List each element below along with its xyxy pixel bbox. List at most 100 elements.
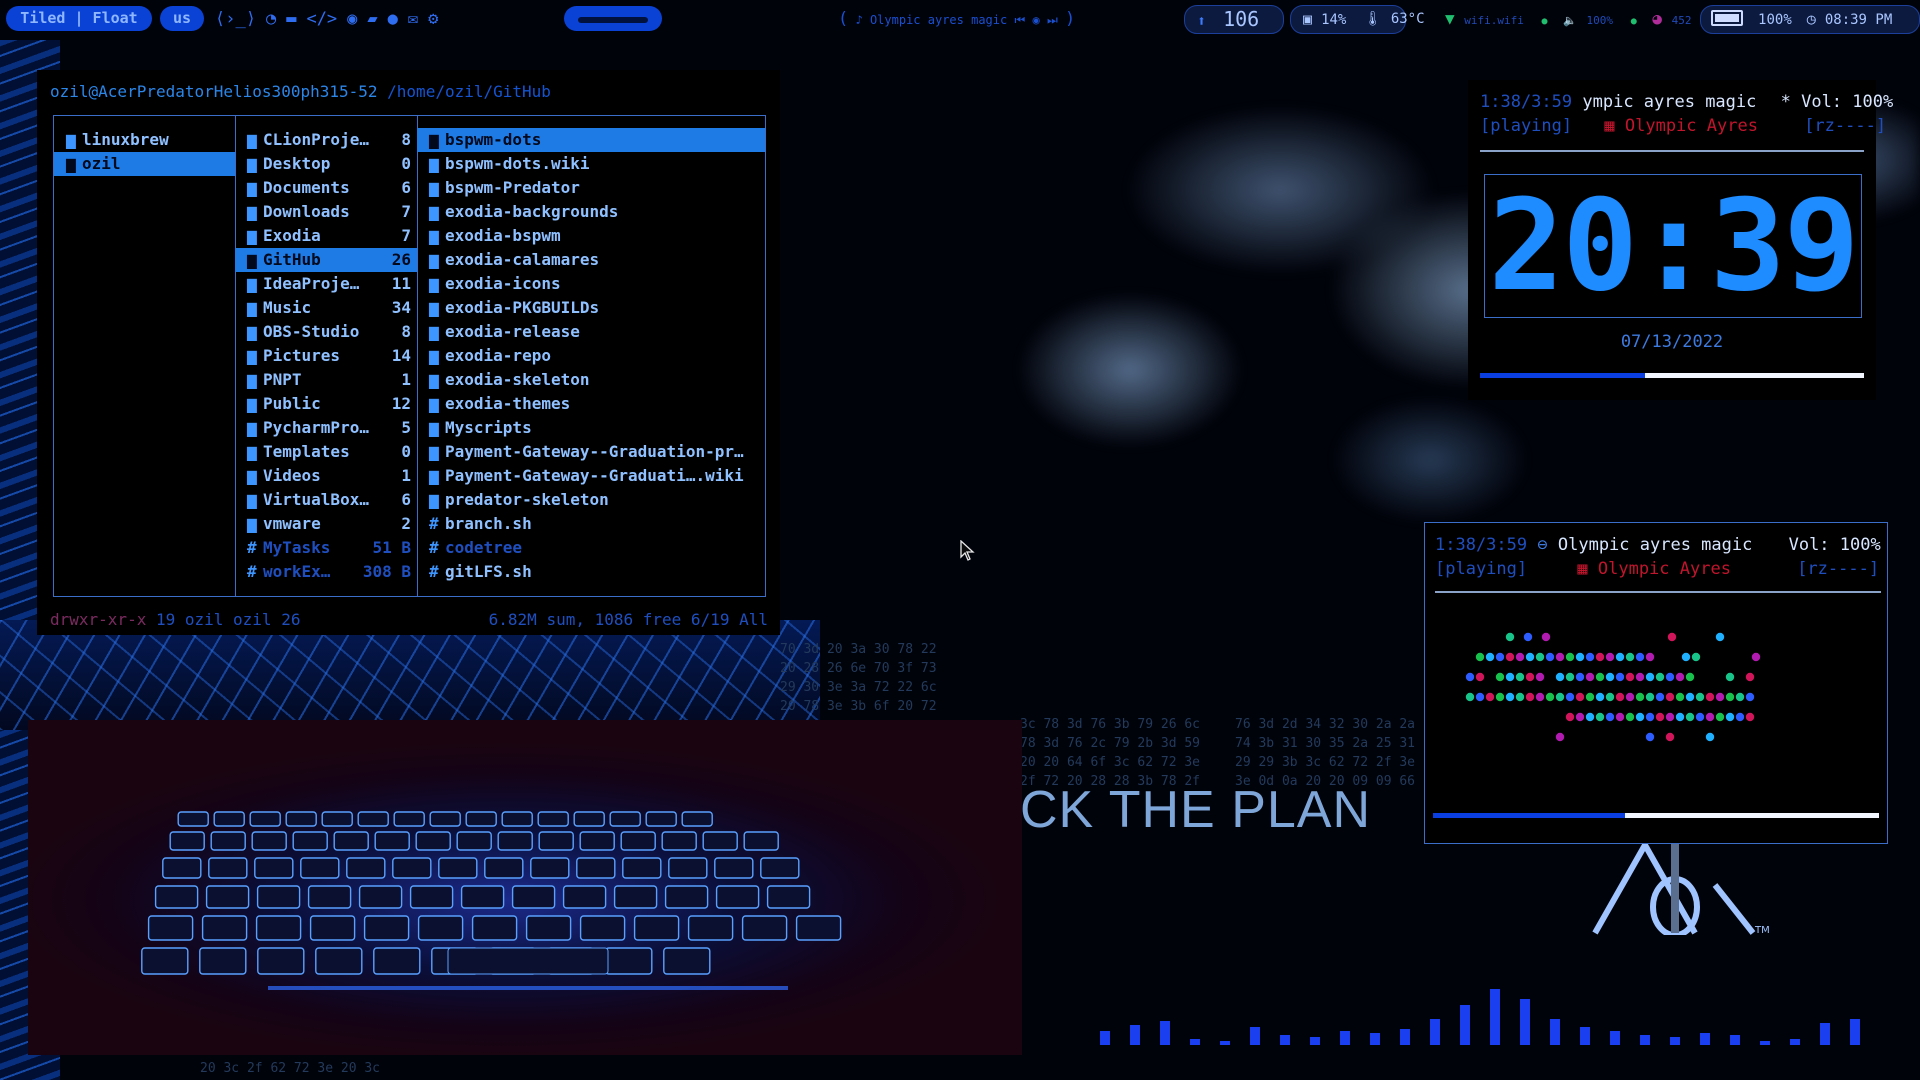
- terminal-icon[interactable]: ⟨›_⟩: [215, 9, 256, 29]
- entry-count: 14: [391, 346, 411, 365]
- chat-icon[interactable]: ●: [388, 9, 398, 29]
- entry-name: Payment-Gateway--Graduation-pr…: [445, 442, 744, 461]
- notification-icon[interactable]: ◕: [1652, 9, 1662, 28]
- folder-entry[interactable]: ▆ Pictures 14: [235, 344, 417, 368]
- folder-entry[interactable]: ▆ CLionProje… 8: [235, 128, 417, 152]
- visualizer-dot: [1635, 692, 1645, 702]
- folder-entry[interactable]: ▆ predator-skeleton: [417, 488, 765, 512]
- folder-entry[interactable]: ▆ exodia-icons: [417, 272, 765, 296]
- folder-entry[interactable]: ▆ bspwm-Predator: [417, 176, 765, 200]
- visualizer-dot: [1495, 672, 1505, 682]
- file-manager-title: ozil@AcerPredatorHelios300ph315-52 /home…: [50, 82, 551, 101]
- keyboard-key: [415, 831, 451, 851]
- folder-entry[interactable]: ▆ OBS-Studio 8: [235, 320, 417, 344]
- entry-name: Pictures: [263, 346, 341, 365]
- visualizer-dot: [1565, 692, 1575, 702]
- folder-entry[interactable]: ▆ IdeaProje… 11: [235, 272, 417, 296]
- folder-entry[interactable]: ▆ Music 34: [235, 296, 417, 320]
- folder-entry[interactable]: ▆ bspwm-dots.wiki: [417, 152, 765, 176]
- file-entry[interactable]: # gitLFS.sh: [417, 560, 765, 584]
- folder-entry[interactable]: ▆ Templates 0: [235, 440, 417, 464]
- notification-count: 452: [1671, 14, 1692, 27]
- music-header: 1:38/3:59 ympic ayres magic * Vol: 100%: [1480, 92, 1893, 112]
- browser-icon[interactable]: ◔: [266, 9, 276, 29]
- folder-icon: ▆: [429, 202, 439, 221]
- visualizer-dot: [1545, 692, 1555, 702]
- folder-entry[interactable]: ▆ Documents 6: [235, 176, 417, 200]
- file-entry[interactable]: # MyTasks 51 B: [235, 536, 417, 560]
- entry-name: predator-skeleton: [445, 490, 609, 509]
- file-entry[interactable]: # workEx… 308 B: [235, 560, 417, 584]
- keyboard-key: [609, 811, 641, 827]
- keyboard-key: [162, 857, 202, 879]
- folder-entry[interactable]: ▆ exodia-repo: [417, 344, 765, 368]
- folder-entry[interactable]: ▆ exodia-backgrounds: [417, 200, 765, 224]
- track-progress-bar[interactable]: [1480, 373, 1864, 378]
- github-icon[interactable]: ◉: [347, 9, 357, 29]
- battery-icon: [1711, 10, 1743, 26]
- folder-icon: ▆: [247, 466, 257, 485]
- folder-entry[interactable]: ▆ exodia-skeleton: [417, 368, 765, 392]
- entry-name: VirtualBox…: [263, 490, 369, 509]
- updates-widget[interactable]: ⬆ 106: [1184, 5, 1284, 34]
- keyboard-layout-button[interactable]: us: [160, 6, 204, 31]
- layout-toggle-button[interactable]: Tiled | Float: [6, 6, 152, 31]
- visualizer-bar: [1490, 989, 1500, 1045]
- track-position: 1:38/3:59: [1480, 92, 1573, 112]
- prev-icon[interactable]: ⏮: [1014, 13, 1025, 27]
- folder-entry[interactable]: ▆ Myscripts: [417, 416, 765, 440]
- folder-icon: ▆: [66, 154, 76, 173]
- folder-entry[interactable]: ▆ Downloads 7: [235, 200, 417, 224]
- pause-icon[interactable]: ◉: [1033, 13, 1040, 27]
- keyboard-key: [511, 885, 556, 909]
- entry-name: Templates: [263, 442, 350, 461]
- keyboard-key: [210, 831, 246, 851]
- folder-entry[interactable]: ▆ bspwm-dots: [417, 128, 765, 152]
- track-progress-bar[interactable]: [1433, 813, 1879, 818]
- cpu-usage: 14%: [1321, 12, 1347, 28]
- folder-entry[interactable]: ▆ Videos 1: [235, 464, 417, 488]
- mpd-flags: [rz----]: [1804, 116, 1887, 136]
- file-manager-window[interactable]: ozil@AcerPredatorHelios300ph315-52 /home…: [37, 70, 780, 635]
- folder-entry[interactable]: ▆ exodia-calamares: [417, 248, 765, 272]
- folder-entry[interactable]: ▆ PNPT 1: [235, 368, 417, 392]
- folder-entry[interactable]: ▆ linuxbrew: [54, 128, 235, 152]
- folder-entry[interactable]: ▆ exodia-bspwm: [417, 224, 765, 248]
- visualizer-dot: [1525, 652, 1535, 662]
- folder-entry[interactable]: ▆ PycharmPro… 5: [235, 416, 417, 440]
- visualizer-bar: [1250, 1027, 1260, 1045]
- folder-entry[interactable]: ▆ VirtualBox… 6: [235, 488, 417, 512]
- folder-icon: ▆: [429, 322, 439, 341]
- folder-entry[interactable]: ▆ Payment-Gateway--Graduati….wiki: [417, 464, 765, 488]
- folder-entry[interactable]: ▆ exodia-themes: [417, 392, 765, 416]
- folder-entry[interactable]: ▆ Payment-Gateway--Graduation-pr…: [417, 440, 765, 464]
- entry-count: 12: [391, 394, 411, 413]
- keyboard-key: [141, 947, 189, 975]
- gear-icon[interactable]: ⚙: [428, 9, 438, 29]
- speaker-icon[interactable]: 🔈: [1563, 14, 1577, 27]
- notes-icon[interactable]: ▰: [367, 9, 377, 29]
- next-icon[interactable]: ⏭: [1047, 13, 1058, 27]
- folder-entry[interactable]: ▆ exodia-release: [417, 320, 765, 344]
- keyboard-key: [346, 857, 386, 879]
- file-entry[interactable]: # codetree: [417, 536, 765, 560]
- folder-entry[interactable]: ▆ GitHub 26: [235, 248, 417, 272]
- folder-entry[interactable]: ▆ vmware 2: [235, 512, 417, 536]
- keyboard-key: [257, 947, 305, 975]
- mail-icon[interactable]: ✉: [408, 9, 418, 29]
- folder-entry[interactable]: ▆ Public 12: [235, 392, 417, 416]
- visualizer-dot: [1675, 672, 1685, 682]
- folder-entry[interactable]: ▆ Exodia 7: [235, 224, 417, 248]
- folder-entry[interactable]: ▆ ozil: [54, 152, 235, 176]
- visualizer-dot: [1505, 652, 1515, 662]
- divider: [1480, 150, 1864, 152]
- folder-entry[interactable]: ▆ Desktop 0: [235, 152, 417, 176]
- active-workspace-indicator[interactable]: [564, 6, 662, 31]
- code-icon[interactable]: </>: [306, 9, 337, 29]
- entry-name: Desktop: [263, 154, 331, 173]
- now-playing[interactable]: ( ♪ Olympic ayres magic ⏮ ◉ ⏭ ): [838, 7, 1075, 31]
- keyboard-photo-window[interactable]: [28, 720, 1022, 1055]
- folder-icon[interactable]: ▬: [286, 9, 296, 29]
- file-entry[interactable]: # branch.sh: [417, 512, 765, 536]
- folder-entry[interactable]: ▆ exodia-PKGBUILDs: [417, 296, 765, 320]
